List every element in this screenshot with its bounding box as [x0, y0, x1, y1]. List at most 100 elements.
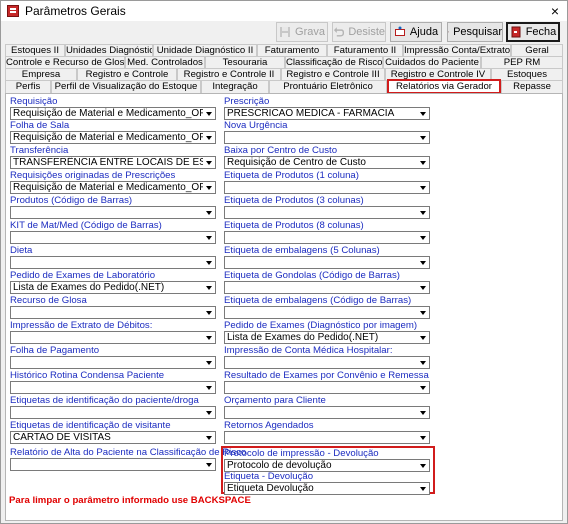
chevron-down-icon[interactable] [203, 357, 215, 368]
chevron-down-icon[interactable] [203, 182, 215, 193]
impressao-extrato-debitos-select[interactable] [10, 331, 216, 344]
etiqueta-embalagens-barras-select[interactable] [224, 306, 430, 319]
requisicao-select[interactable]: Requisição de Material e Medicamento_OF [10, 107, 216, 120]
impressao-conta-medica-select[interactable] [224, 356, 430, 369]
toolbar: Grava Desiste Ajuda Pesquisar Fecha [1, 21, 567, 43]
ajuda-button[interactable]: Ajuda [390, 22, 442, 42]
field-label: Etiqueta - Devolução [224, 471, 314, 482]
etiqueta-embalagens-5-select[interactable] [224, 256, 430, 269]
search-list-icon [448, 31, 450, 33]
close-icon[interactable]: × [551, 3, 559, 19]
chevron-down-icon[interactable] [417, 307, 429, 318]
chevron-down-icon[interactable] [203, 108, 215, 119]
tab-perfil-visualizacao-estoque[interactable]: Perfil de Visualização do Estoque [51, 80, 201, 93]
chevron-down-icon[interactable] [417, 157, 429, 168]
tab-prontuario-eletronico[interactable]: Prontuário Eletrônico [269, 80, 387, 93]
prescricao-select[interactable]: PRESCRICAO MEDICA - FARMACIA [224, 107, 430, 120]
chevron-down-icon[interactable] [203, 132, 215, 143]
tab-integracao[interactable]: Integração [201, 80, 269, 93]
field-recurso-glosa: Recurso de Glosa [10, 295, 216, 319]
pesquisar-button[interactable]: Pesquisar [447, 22, 503, 42]
chevron-down-icon[interactable] [203, 432, 215, 443]
chevron-down-icon[interactable] [203, 282, 215, 293]
chevron-down-icon[interactable] [203, 307, 215, 318]
chevron-down-icon[interactable] [417, 232, 429, 243]
chevron-down-icon[interactable] [417, 282, 429, 293]
field-pedido-exames-imagem: Pedido de Exames (Diagnóstico por imagem… [224, 320, 430, 344]
orcamento-cliente-select[interactable] [224, 406, 430, 419]
desiste-button[interactable]: Desiste [332, 22, 386, 42]
fecha-label: Fecha [525, 26, 557, 38]
baixa-centro-custo-select[interactable]: Requisição de Centro de Custo [224, 156, 430, 169]
etiqueta-devolucao-select[interactable]: Etiqueta Devolução [224, 482, 430, 495]
nova-urgencia-select[interactable] [224, 131, 430, 144]
etiqueta-gondolas-select[interactable] [224, 281, 430, 294]
select-value: Requisição de Material e Medicamento_OF [13, 132, 206, 143]
chevron-down-icon[interactable] [417, 432, 429, 443]
historico-rotina-select[interactable] [10, 381, 216, 394]
chevron-down-icon[interactable] [203, 207, 215, 218]
field-label: Baixa por Centro de Custo [224, 145, 338, 156]
field-label: Requisição [10, 96, 58, 107]
field-etiqueta-embalagens-barras: Etiqueta de embalagens (Código de Barras… [224, 295, 430, 319]
field-label: KIT de Mat/Med (Código de Barras) [10, 220, 162, 231]
chevron-down-icon[interactable] [417, 407, 429, 418]
select-value: CARTAO DE VISITAS [13, 432, 111, 443]
chevron-down-icon[interactable] [203, 232, 215, 243]
resultado-exames-convenio-select[interactable] [224, 381, 430, 394]
etiqueta-produtos-3-select[interactable] [224, 206, 430, 219]
produtos-codigo-barras-select[interactable] [10, 206, 216, 219]
backspace-hint: Para limpar o parâmetro informado use BA… [9, 495, 251, 506]
transferencia-select[interactable]: TRANSFERÊNCIA ENTRE LOCAIS DE ESTOQUE [10, 156, 216, 169]
kit-matmed-select[interactable] [10, 231, 216, 244]
select-value: Requisição de Centro de Custo [227, 157, 366, 168]
field-label: Protocolo de impressão - Devolução [224, 448, 379, 459]
chevron-down-icon[interactable] [417, 460, 429, 471]
chevron-down-icon[interactable] [203, 459, 215, 470]
etiqueta-produtos-1-select[interactable] [224, 181, 430, 194]
chevron-down-icon[interactable] [203, 407, 215, 418]
chevron-down-icon[interactable] [203, 157, 215, 168]
field-label: Pedido de Exames de Laboratório [10, 270, 156, 281]
pedido-exames-laboratorio-select[interactable]: Lista de Exames do Pedido(.NET) [10, 281, 216, 294]
requisicoes-prescricoes-select[interactable]: Requisição de Material e Medicamento_OF [10, 181, 216, 194]
field-retornos-agendados: Retornos Agendados [224, 420, 430, 444]
help-book-icon [394, 26, 405, 36]
select-value: Requisição de Material e Medicamento_OF [13, 108, 206, 119]
chevron-down-icon[interactable] [417, 483, 429, 494]
relatorio-alta-paciente-select[interactable] [10, 458, 216, 471]
dieta-select[interactable] [10, 256, 216, 269]
chevron-down-icon[interactable] [203, 382, 215, 393]
field-dieta: Dieta [10, 245, 216, 269]
retornos-agendados-select[interactable] [224, 431, 430, 444]
fecha-button[interactable]: Fecha [506, 22, 560, 42]
tab-repasse[interactable]: Repasse [501, 80, 563, 93]
etiquetas-visitante-select[interactable]: CARTAO DE VISITAS [10, 431, 216, 444]
recurso-glosa-select[interactable] [10, 306, 216, 319]
field-etiqueta-gondolas: Etiqueta de Gondolas (Código de Barras) [224, 270, 430, 294]
tab-relatorios-via-gerador[interactable]: Relatórios via Gerador [387, 79, 501, 94]
field-label: Dieta [10, 245, 33, 256]
field-label: Etiquetas de identificação do paciente/d… [10, 395, 199, 406]
grava-button[interactable]: Grava [276, 22, 328, 42]
tab-perfis[interactable]: Perfis [5, 80, 51, 93]
chevron-down-icon[interactable] [417, 332, 429, 343]
folha-pagamento-select[interactable] [10, 356, 216, 369]
select-value: Requisição de Material e Medicamento_OF [13, 182, 206, 193]
etiquetas-paciente-droga-select[interactable] [10, 406, 216, 419]
field-label: Impressão de Extrato de Débitos: [10, 320, 153, 331]
chevron-down-icon[interactable] [417, 108, 429, 119]
select-value: Lista de Exames do Pedido(.NET) [227, 332, 379, 343]
etiqueta-produtos-8-select[interactable] [224, 231, 430, 244]
chevron-down-icon[interactable] [417, 357, 429, 368]
pedido-exames-imagem-select[interactable]: Lista de Exames do Pedido(.NET) [224, 331, 430, 344]
chevron-down-icon[interactable] [417, 207, 429, 218]
folha-de-sala-select[interactable]: Requisição de Material e Medicamento_OF [10, 131, 216, 144]
chevron-down-icon[interactable] [203, 332, 215, 343]
chevron-down-icon[interactable] [417, 182, 429, 193]
chevron-down-icon[interactable] [417, 382, 429, 393]
chevron-down-icon[interactable] [203, 257, 215, 268]
field-label: Folha de Sala [10, 120, 70, 131]
chevron-down-icon[interactable] [417, 132, 429, 143]
chevron-down-icon[interactable] [417, 257, 429, 268]
